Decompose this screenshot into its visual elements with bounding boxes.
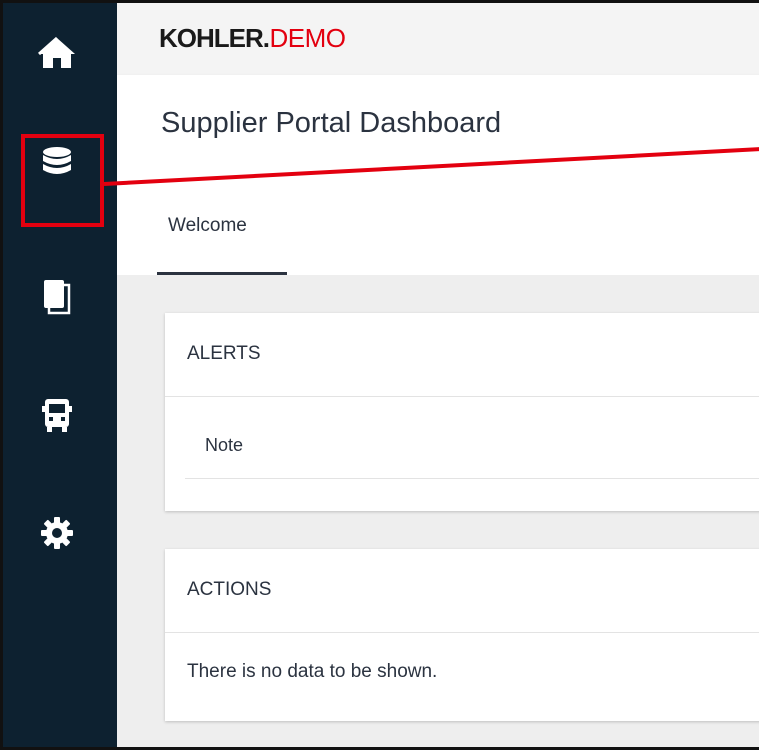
sidebar-item-shipping[interactable] [31,389,83,441]
alerts-card: ALERTS Note [165,313,759,511]
title-bar: Supplier Portal Dashboard [117,75,759,175]
app-frame: KOHLER.DEMO Supplier Portal Dashboard We… [0,0,759,750]
sidebar-item-home[interactable] [31,27,83,79]
sidebar-item-settings[interactable] [31,507,83,559]
sidebar-item-documents[interactable] [31,271,83,323]
actions-card: ACTIONS There is no data to be shown. [165,549,759,721]
active-tab-indicator [157,272,287,275]
tab-welcome[interactable]: Welcome [157,175,287,275]
brand-dot: . [262,23,270,53]
card-divider [165,632,759,633]
alert-row-label: Note [205,435,244,455]
sidebar [3,3,117,747]
documents-icon [44,280,71,315]
brand-suffix: DEMO [269,23,347,53]
actions-empty-message: There is no data to be shown. [187,661,438,682]
main-content: KOHLER.DEMO Supplier Portal Dashboard We… [117,3,759,747]
actions-heading: ACTIONS [187,579,272,600]
home-icon [38,36,75,68]
tab-label: Welcome [168,215,247,236]
brand-logo[interactable]: KOHLER.DEMO [159,23,346,54]
truck-icon [42,399,72,432]
annotation-highlight-box [21,134,104,227]
tab-bar: Welcome [117,175,759,275]
gear-icon [41,517,73,549]
alert-row[interactable]: Note [185,397,759,479]
brand-bar: KOHLER.DEMO [117,3,759,75]
brand-name: KOHLER [159,23,264,53]
alerts-heading: ALERTS [187,343,261,364]
page-title: Supplier Portal Dashboard [161,107,502,139]
